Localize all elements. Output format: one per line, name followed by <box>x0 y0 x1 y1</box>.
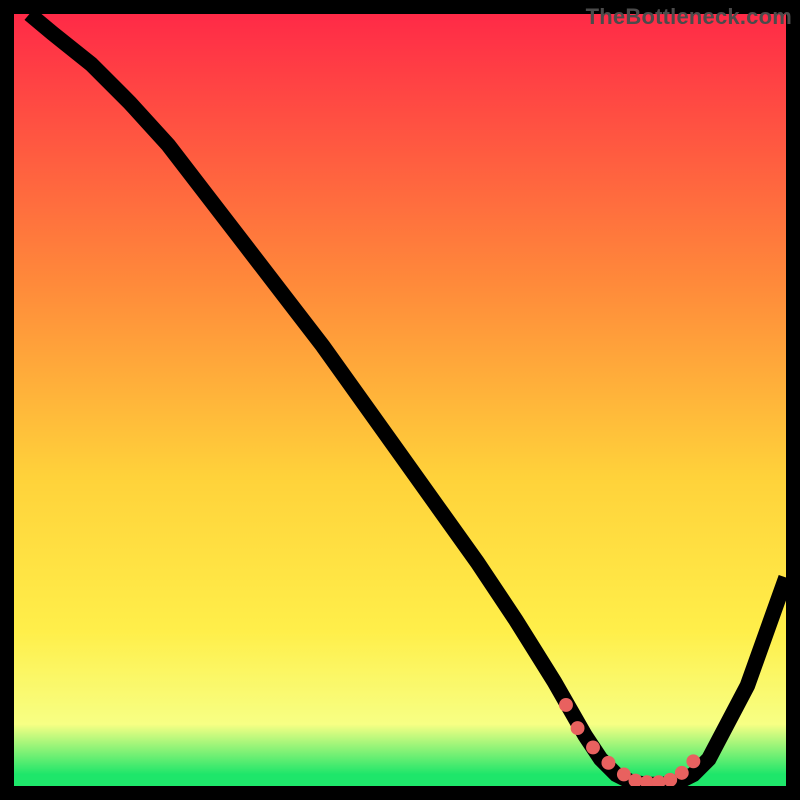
valley-marker <box>559 698 573 712</box>
valley-marker <box>601 756 615 770</box>
valley-marker <box>675 766 689 780</box>
valley-marker <box>686 754 700 768</box>
valley-marker <box>586 740 600 754</box>
plot-background <box>14 14 786 786</box>
bottleneck-chart <box>14 14 786 786</box>
chart-frame: { "watermark": "TheBottleneck.com", "col… <box>0 0 800 800</box>
watermark-text: TheBottleneck.com <box>586 4 792 30</box>
valley-marker <box>571 721 585 735</box>
